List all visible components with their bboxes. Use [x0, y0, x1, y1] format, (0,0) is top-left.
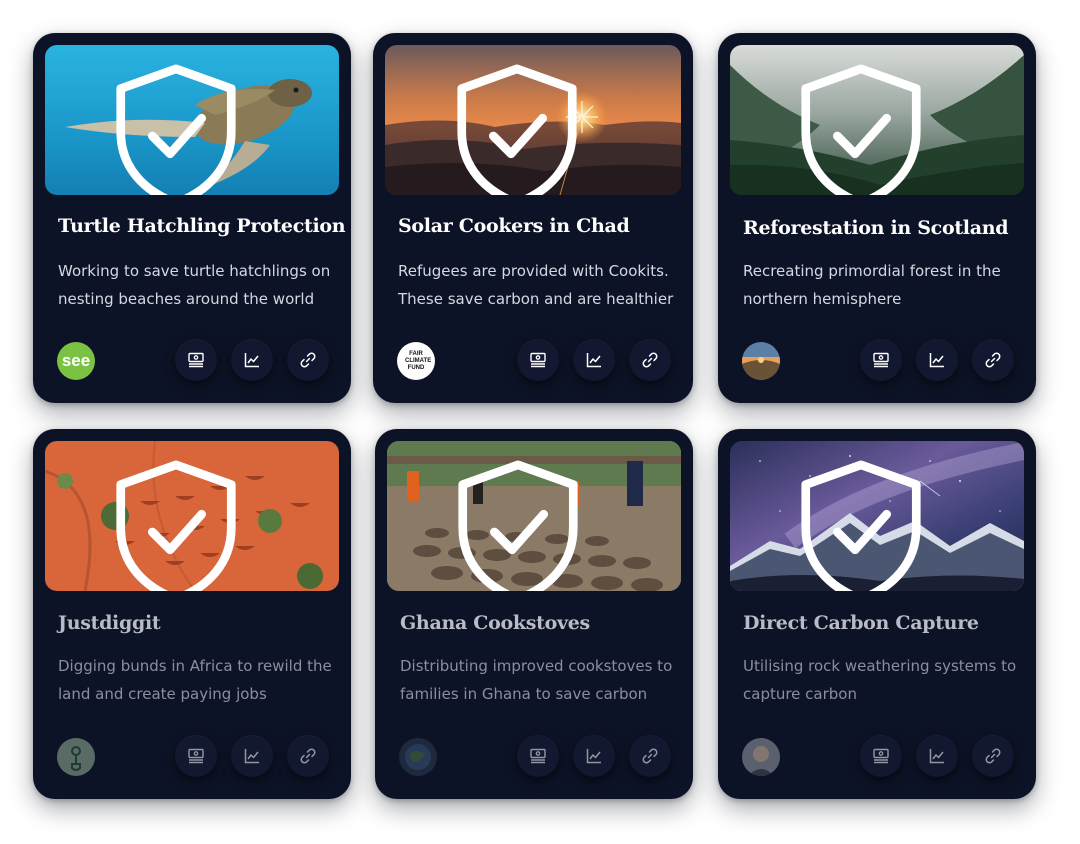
project-card-direct-carbon-capture[interactable]: Direct Carbon Capture Utilising rock wea… — [718, 429, 1036, 799]
project-photo — [730, 441, 1024, 591]
project-card-reforestation[interactable]: Reforestation in Scotland Recreating pri… — [718, 33, 1036, 403]
impact-chart-button[interactable] — [573, 735, 615, 777]
org-logo-image — [742, 342, 780, 380]
project-card-turtle[interactable]: Turtle Hatchling Protection Working to s… — [33, 33, 351, 403]
chart-icon — [929, 353, 944, 368]
card-actions — [517, 735, 671, 777]
banknote-icon — [873, 352, 889, 368]
card-actions — [175, 339, 329, 381]
chart-icon — [929, 749, 944, 764]
banknote-icon — [873, 748, 889, 764]
funding-button[interactable] — [175, 339, 217, 381]
project-photo — [45, 45, 339, 195]
founder-avatar — [742, 738, 780, 776]
chart-icon — [244, 749, 259, 764]
project-title: Reforestation in Scotland — [743, 217, 1009, 239]
project-card-ghana-cookstoves[interactable]: Ghana Cookstoves Distributing improved c… — [375, 429, 693, 799]
project-description: Recreating primordial forest in the nort… — [743, 262, 1001, 308]
project-card-grid: Turtle Hatchling Protection Working to s… — [0, 0, 1080, 844]
banknote-icon — [188, 352, 204, 368]
project-title: Justdiggit — [58, 612, 161, 634]
project-photo — [387, 441, 681, 591]
org-logo[interactable] — [742, 738, 780, 776]
project-link-button[interactable] — [287, 339, 329, 381]
project-title: Solar Cookers in Chad — [398, 215, 630, 237]
project-photo — [385, 45, 681, 195]
project-link-button[interactable] — [629, 339, 671, 381]
chart-icon — [244, 353, 259, 368]
project-link-button[interactable] — [629, 735, 671, 777]
verified-shield-icon — [457, 64, 577, 195]
funding-button[interactable] — [517, 735, 559, 777]
impact-chart-button[interactable] — [231, 735, 273, 777]
project-title: Turtle Hatchling Protection — [58, 215, 346, 237]
project-link-button[interactable] — [287, 735, 329, 777]
chart-icon — [586, 353, 601, 368]
project-photo — [730, 45, 1024, 195]
project-link-button[interactable] — [972, 339, 1014, 381]
verified-shield-icon — [116, 64, 236, 195]
impact-chart-button[interactable] — [573, 339, 615, 381]
card-actions — [860, 339, 1014, 381]
project-description: Digging bunds in Africa to rewild the la… — [58, 657, 332, 703]
impact-chart-button[interactable] — [916, 339, 958, 381]
funding-button[interactable] — [860, 339, 902, 381]
org-logo[interactable] — [399, 738, 437, 776]
chart-icon — [586, 749, 601, 764]
project-card-solar-cookers[interactable]: Solar Cookers in Chad Refugees are provi… — [373, 33, 693, 403]
shovel-icon — [71, 746, 81, 771]
org-logo-text: FAIR CLIMATE FUND — [405, 350, 432, 371]
project-title: Direct Carbon Capture — [743, 612, 979, 634]
impact-chart-button[interactable] — [916, 735, 958, 777]
banknote-icon — [530, 352, 546, 368]
project-description: Utilising rock weathering systems to cap… — [743, 657, 1017, 703]
funding-button[interactable] — [860, 735, 902, 777]
card-actions — [517, 339, 671, 381]
org-logo[interactable]: FAIR CLIMATE FUND — [397, 342, 435, 380]
project-card-justdiggit[interactable]: Justdiggit Digging bunds in Africa to re… — [33, 429, 351, 799]
impact-chart-button[interactable] — [231, 339, 273, 381]
card-actions — [860, 735, 1014, 777]
funding-button[interactable] — [175, 735, 217, 777]
project-description: Refugees are provided with Cookits. Thes… — [398, 262, 674, 308]
verified-shield-icon — [458, 460, 578, 591]
globe-logo — [399, 738, 437, 776]
banknote-icon — [188, 748, 204, 764]
link-icon — [985, 352, 1001, 368]
link-icon — [642, 748, 658, 764]
verified-shield-icon — [801, 64, 921, 195]
org-logo[interactable] — [57, 738, 95, 776]
project-description: Working to save turtle hatchlings on nes… — [58, 262, 331, 308]
verified-shield-icon — [801, 460, 921, 591]
org-logo[interactable] — [742, 342, 780, 380]
link-icon — [985, 748, 1001, 764]
link-icon — [300, 748, 316, 764]
project-title: Ghana Cookstoves — [400, 612, 590, 634]
banknote-icon — [530, 748, 546, 764]
verified-shield-icon — [116, 460, 236, 591]
card-actions — [175, 735, 329, 777]
link-icon — [642, 352, 658, 368]
org-logo-text: see — [61, 351, 91, 370]
project-description: Distributing improved cookstoves to fami… — [400, 657, 673, 703]
funding-button[interactable] — [517, 339, 559, 381]
org-logo[interactable]: see — [57, 342, 95, 380]
link-icon — [300, 352, 316, 368]
project-link-button[interactable] — [972, 735, 1014, 777]
project-photo — [45, 441, 339, 591]
